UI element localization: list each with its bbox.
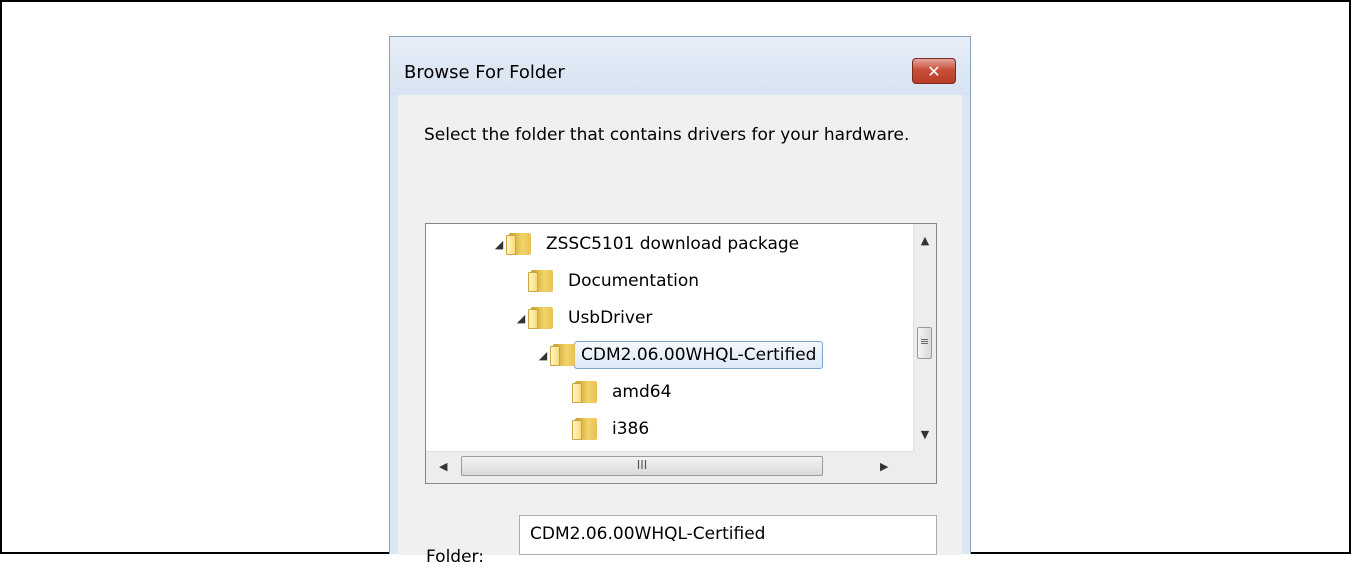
scroll-down-arrow[interactable]: ▼	[914, 428, 936, 441]
vertical-scroll-thumb[interactable]: ≡	[917, 327, 932, 359]
folder-tree[interactable]: ◢ ZSSC5101 download package Documentatio…	[425, 223, 937, 484]
folder-input[interactable]: CDM2.06.00WHQL-Certified	[519, 515, 937, 555]
scroll-up-arrow[interactable]: ▲	[914, 234, 936, 247]
folder-icon	[528, 270, 554, 292]
tree-item-cdm2-06-00whql-certified[interactable]: ◢ CDM2.06.00WHQL-Certified	[536, 339, 824, 371]
expand-icon[interactable]: ◢	[492, 238, 506, 251]
tree-item-i386[interactable]: i386	[558, 413, 655, 445]
horizontal-scroll-thumb[interactable]: III	[461, 456, 823, 476]
tree-item-label: Documentation	[568, 271, 700, 291]
folder-icon	[528, 307, 554, 329]
folder-icon	[572, 381, 598, 403]
scrollbar-corner	[914, 452, 936, 483]
tree-item-label: CDM2.06.00WHQL-Certified	[574, 341, 824, 369]
browse-for-folder-dialog: Browse For Folder ✕ Select the folder th…	[389, 36, 971, 567]
dialog-content: Select the folder that contains drivers …	[398, 95, 962, 567]
instructions-text: Select the folder that contains drivers …	[424, 125, 910, 145]
tree-item-label: i386	[612, 419, 650, 439]
tree-item-label: amd64	[612, 382, 672, 402]
expand-icon[interactable]: ◢	[514, 312, 528, 325]
folder-icon	[572, 418, 598, 440]
dialog-title: Browse For Folder	[404, 62, 565, 83]
tree-item-documentation[interactable]: Documentation	[514, 265, 705, 297]
horizontal-scrollbar[interactable]: ◀ III ▶	[426, 451, 915, 483]
close-button[interactable]: ✕	[912, 58, 956, 84]
tree-item-zssc5101-download-package[interactable]: ◢ ZSSC5101 download package	[492, 228, 805, 260]
title-bar[interactable]: Browse For Folder ✕	[390, 37, 970, 95]
tree-item-usbdriver[interactable]: ◢ UsbDriver	[514, 302, 658, 334]
tree-item-label: UsbDriver	[568, 308, 653, 328]
folder-icon	[506, 233, 532, 255]
close-icon: ✕	[927, 61, 941, 81]
folder-icon	[550, 344, 576, 366]
tree-item-label: ZSSC5101 download package	[546, 234, 800, 254]
vertical-scrollbar[interactable]: ▲ ≡ ▼	[913, 224, 936, 452]
tree-item-amd64[interactable]: amd64	[558, 376, 677, 408]
expand-icon[interactable]: ◢	[536, 349, 550, 362]
folder-label: Folder:	[426, 547, 484, 567]
scroll-right-arrow[interactable]: ▶	[880, 460, 888, 473]
scroll-left-arrow[interactable]: ◀	[439, 460, 447, 473]
